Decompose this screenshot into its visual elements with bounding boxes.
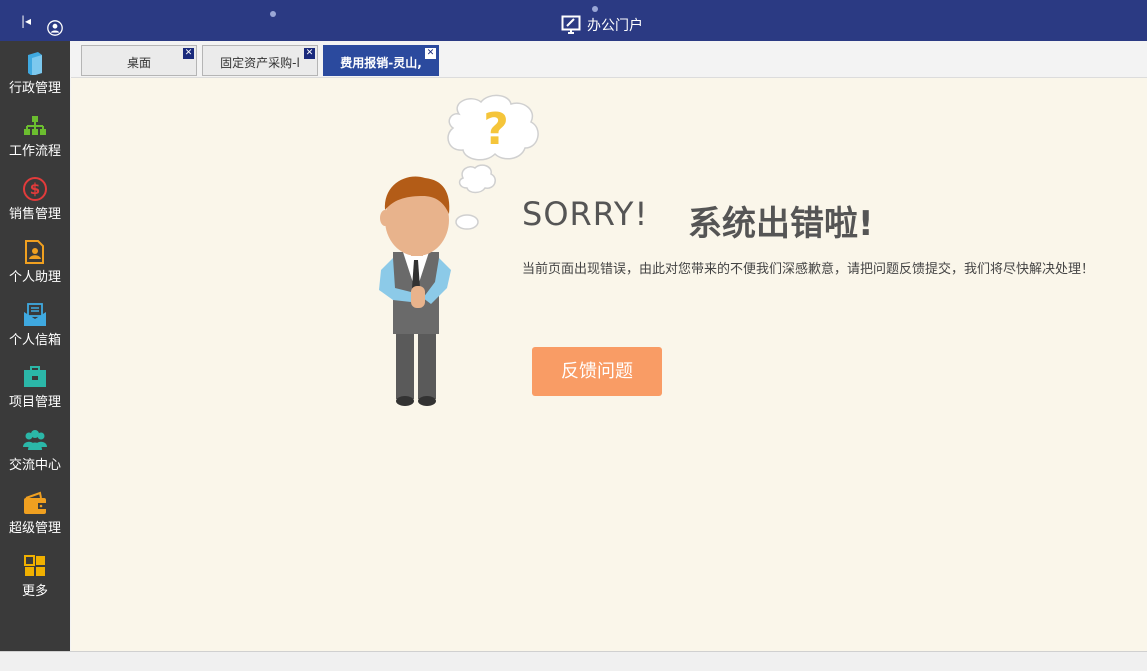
briefcase-icon (24, 366, 46, 387)
top-bar: |◂ 办公门户 (0, 0, 1147, 41)
org-chart-icon (24, 116, 46, 135)
tab-bar: 桌面 ✕ 固定资产采购-l ✕ 费用报销-灵山, ✕ (71, 41, 1147, 78)
sidebar-item-label: 销售管理 (8, 207, 61, 222)
tab-label: 固定资产采购-l (220, 56, 300, 70)
decor-dot (592, 6, 598, 12)
sidebar-item-admin[interactable]: 行政管理 (0, 41, 70, 101)
sidebar: 行政管理 工作流程 $ 销售管理 个人助理 个人信箱 项目管理 交流中心 超级管… (0, 41, 70, 651)
sidebar-item-workflow[interactable]: 工作流程 (0, 104, 70, 164)
sidebar-item-more[interactable]: 更多 (0, 544, 70, 604)
close-icon[interactable]: ✕ (425, 48, 436, 59)
wallet-icon (24, 491, 46, 514)
sidebar-item-super-admin[interactable]: 超级管理 (0, 481, 70, 541)
close-icon[interactable]: ✕ (304, 48, 315, 59)
error-sorry-text: SORRY! (522, 195, 649, 233)
collapse-sidebar-icon[interactable]: |◂ (21, 14, 35, 28)
portal-title-label: 办公门户 (587, 18, 643, 34)
feedback-button[interactable]: 反馈问题 (532, 347, 662, 396)
question-mark: ? (483, 104, 509, 155)
sidebar-item-label: 更多 (21, 584, 48, 599)
user-icon[interactable] (47, 20, 63, 36)
sidebar-item-assistant[interactable]: 个人助理 (0, 230, 70, 290)
dollar-icon: $ (23, 177, 47, 201)
sidebar-item-label: 工作流程 (8, 144, 61, 159)
sidebar-item-label: 行政管理 (8, 81, 61, 96)
assistant-icon (25, 240, 44, 264)
sidebar-item-mailbox[interactable]: 个人信箱 (0, 293, 70, 353)
tab-expense-reimbursement[interactable]: 费用报销-灵山, ✕ (323, 45, 439, 76)
sidebar-item-label: 超级管理 (8, 521, 61, 536)
svg-text:$: $ (30, 180, 40, 198)
sidebar-item-projects[interactable]: 项目管理 (0, 355, 70, 415)
decor-dot (270, 11, 276, 17)
sidebar-item-label: 项目管理 (8, 395, 61, 410)
error-message: 当前页面出现错误，由此对您带来的不便我们深感歉意，请把问题反馈提交，我们将尽快解… (522, 262, 1095, 277)
tab-fixed-asset-purchase[interactable]: 固定资产采购-l ✕ (202, 45, 318, 76)
sidebar-item-label: 交流中心 (8, 458, 61, 473)
sidebar-item-sales[interactable]: $ 销售管理 (0, 167, 70, 227)
mail-icon (24, 303, 46, 326)
tab-label: 桌面 (126, 56, 151, 70)
error-page: ? SORRY! 系统出错啦! 当前页面出现错误，由此对您带来的不便我们深感歉意… (71, 78, 1147, 651)
monitor-icon (561, 15, 581, 34)
people-icon (23, 430, 47, 450)
bottom-bar (0, 651, 1147, 671)
sidebar-item-community[interactable]: 交流中心 (0, 418, 70, 478)
grid-icon (24, 555, 45, 576)
error-title: 系统出错啦! (688, 204, 874, 244)
tab-desktop[interactable]: 桌面 ✕ (81, 45, 197, 76)
close-icon[interactable]: ✕ (183, 48, 194, 59)
book-icon (28, 52, 42, 75)
sidebar-item-label: 个人信箱 (8, 333, 61, 348)
tab-label: 费用报销-灵山, (340, 56, 422, 70)
sidebar-item-label: 个人助理 (8, 270, 61, 285)
portal-title[interactable]: 办公门户 (561, 15, 643, 35)
